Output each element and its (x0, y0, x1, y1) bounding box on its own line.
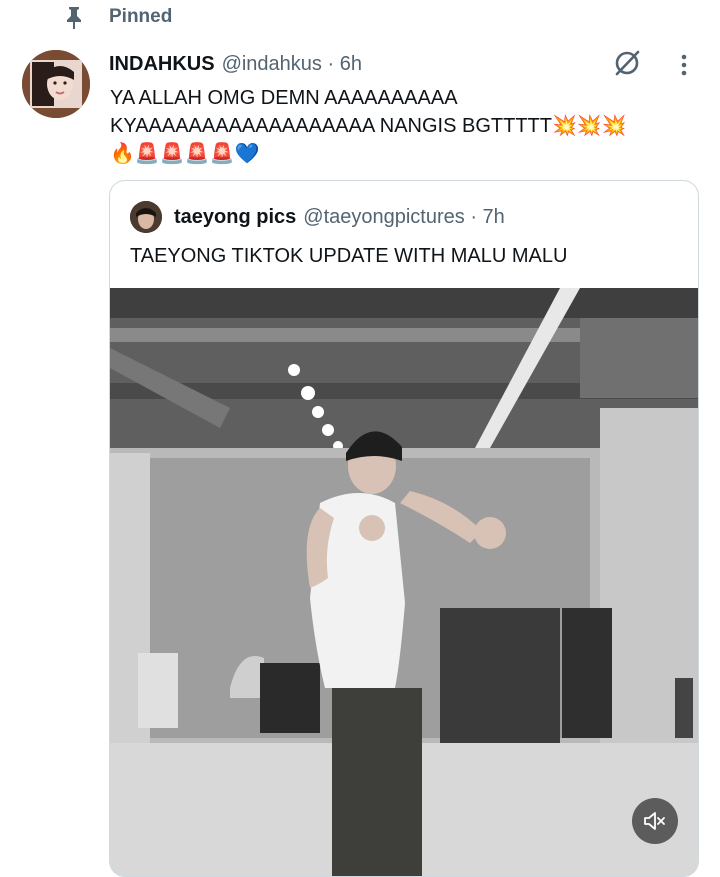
pinned-label: Pinned (109, 6, 173, 27)
video-frame (110, 288, 698, 876)
sound-toggle-button[interactable] (632, 798, 678, 844)
quote-author-name[interactable]: taeyong pics (174, 206, 296, 229)
speaker-muted-icon (644, 812, 665, 830)
video-player[interactable] (110, 288, 698, 876)
author-name[interactable]: INDAHKUS (109, 53, 215, 76)
pin-icon (67, 7, 81, 29)
tweet-header: INDAHKUS @indahkus · 6h (109, 50, 362, 78)
quote-avatar[interactable] (130, 201, 162, 233)
grok-icon[interactable] (612, 48, 642, 78)
author-handle-time[interactable]: @indahkus · 6h (222, 53, 362, 76)
quoted-tweet[interactable]: taeyong pics @taeyongpictures · 7h TAEYO… (109, 180, 699, 877)
avatar[interactable] (22, 50, 90, 118)
quote-author-handle-time[interactable]: @taeyongpictures · 7h (303, 206, 505, 229)
quote-header: taeyong pics @taeyongpictures · 7h (130, 201, 505, 233)
quote-text: TAEYONG TIKTOK UPDATE WITH MALU MALU (130, 245, 568, 267)
more-vertical-icon[interactable] (672, 52, 696, 78)
tweet-text: YA ALLAH OMG DEMN AAAAAAAAAA KYAAAAAAAAA… (110, 87, 627, 165)
pinned-indicator: Pinned (64, 4, 172, 30)
